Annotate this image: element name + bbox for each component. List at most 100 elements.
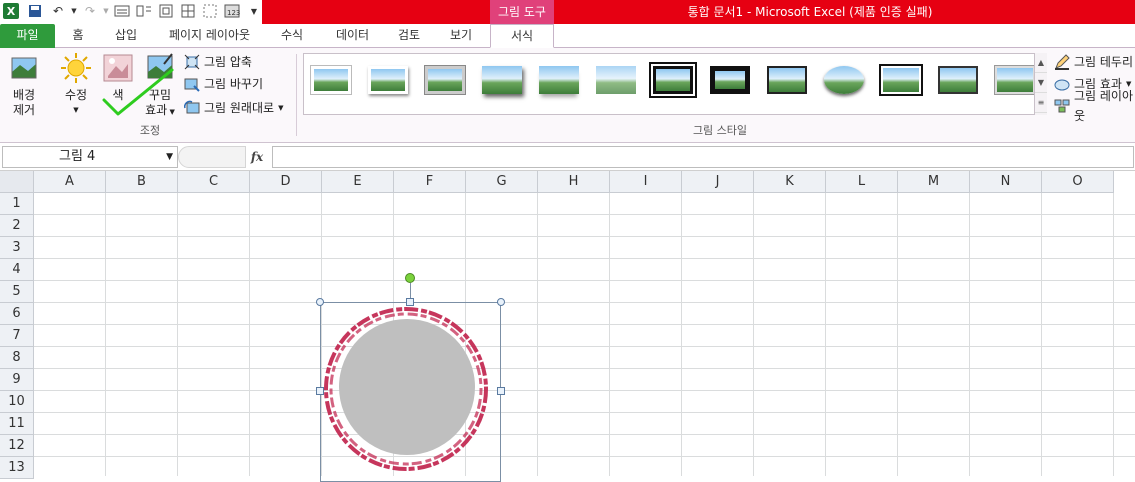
row-header[interactable]: 10 <box>0 391 34 413</box>
column-header[interactable]: E <box>322 171 394 193</box>
undo-icon[interactable]: ↶ <box>50 3 66 19</box>
picture-border-button[interactable]: 그림 테두리 <box>1054 52 1133 72</box>
style-drop-shadow[interactable] <box>479 60 525 100</box>
name-box[interactable]: 그림 4 ▼ <box>2 146 178 168</box>
resize-handle-top-right[interactable] <box>497 298 505 306</box>
style-black-white-frame[interactable] <box>878 60 924 100</box>
style-simple-frame-white[interactable] <box>308 60 354 100</box>
style-beveled-matte[interactable] <box>365 60 411 100</box>
all-borders-icon[interactable] <box>180 3 196 19</box>
border-box-icon[interactable] <box>158 3 174 19</box>
tab-review[interactable]: 검토 <box>388 24 430 48</box>
style-thick-matte-black[interactable] <box>707 60 753 100</box>
column-header[interactable]: A <box>34 171 106 193</box>
row-header[interactable]: 7 <box>0 325 34 347</box>
cell-area[interactable] <box>34 193 1135 476</box>
column-header[interactable]: B <box>106 171 178 193</box>
column-header[interactable]: I <box>610 171 682 193</box>
picture-layout-button[interactable]: 그림 레이아웃 <box>1054 89 1135 123</box>
tab-insert[interactable]: 삽입 <box>104 24 148 48</box>
resize-handle-left[interactable] <box>316 387 324 395</box>
remove-background-button[interactable]: 배경 제거 <box>4 52 44 118</box>
title-bar: X ↶ ▼ ↷ ▼ 123 ▼ 그림 도구 통합 문서1 - Microsoft… <box>0 0 1135 24</box>
customize-toolbar-icon[interactable]: ▼ <box>246 3 262 19</box>
spellcheck-icon[interactable] <box>114 3 130 19</box>
insert-function-icon[interactable]: fx <box>246 146 268 168</box>
sort-icon[interactable] <box>136 3 152 19</box>
select-all-corner[interactable] <box>0 171 34 193</box>
row-header[interactable]: 11 <box>0 413 34 435</box>
row-header[interactable]: 2 <box>0 215 34 237</box>
corrections-dropdown-icon: ▼ <box>73 106 79 114</box>
calculator-icon[interactable]: 123 <box>224 3 240 19</box>
column-header[interactable]: O <box>1042 171 1114 193</box>
style-metal-frame[interactable] <box>422 60 468 100</box>
undo-dropdown-icon[interactable]: ▼ <box>66 3 82 19</box>
worksheet-grid: ABCDEFGHIJKLMNO 1 2 3 4 5 6 7 8 9 10 11 12 13 <box>0 171 1135 479</box>
picture-border-label: 그림 테두리 <box>1074 55 1134 69</box>
picture-layout-icon <box>1054 98 1070 114</box>
column-header[interactable]: N <box>970 171 1042 193</box>
tab-home[interactable]: 홈 <box>63 24 93 48</box>
window-title: 통합 문서1 - Microsoft Excel (제품 인증 실패) <box>687 5 933 19</box>
ribbon-tab-row: 파일 홈 삽입 페이지 레이아웃 수식 데이터 검토 보기 서식 <box>0 24 1135 48</box>
style-reflected[interactable] <box>536 60 582 100</box>
formula-bar-divider <box>178 146 246 168</box>
rotation-handle[interactable] <box>405 273 415 283</box>
row-header[interactable]: 6 <box>0 303 34 325</box>
gallery-more-icon[interactable]: ≡ <box>1035 93 1047 113</box>
remove-background-label-1: 배경 <box>12 88 36 102</box>
column-header[interactable]: F <box>394 171 466 193</box>
resize-handle-top-left[interactable] <box>316 298 324 306</box>
tab-page-layout[interactable]: 페이지 레이아웃 <box>157 24 262 48</box>
tab-formulas[interactable]: 수식 <box>272 24 312 48</box>
tab-view[interactable]: 보기 <box>440 24 482 48</box>
row-header[interactable]: 5 <box>0 281 34 303</box>
picture-effects-icon <box>1054 76 1070 92</box>
row-header[interactable]: 3 <box>0 237 34 259</box>
name-box-dropdown-icon[interactable]: ▼ <box>166 147 173 167</box>
dotted-border-icon[interactable] <box>202 3 218 19</box>
column-header[interactable]: H <box>538 171 610 193</box>
resize-handle-top[interactable] <box>406 298 414 306</box>
change-picture-button[interactable]: 그림 바꾸기 <box>184 74 263 94</box>
row-header[interactable]: 1 <box>0 193 34 215</box>
style-compound-frame[interactable] <box>992 60 1038 100</box>
redo-icon[interactable]: ↷ <box>82 3 98 19</box>
column-header[interactable]: C <box>178 171 250 193</box>
style-soft-edge[interactable] <box>593 60 639 100</box>
gallery-scroll-down-icon[interactable]: ▼ <box>1035 73 1047 93</box>
style-thin-black-frame[interactable] <box>935 60 981 100</box>
formula-input[interactable] <box>272 146 1134 168</box>
excel-logo-icon: X <box>3 3 19 19</box>
tab-data[interactable]: 데이터 <box>325 24 380 48</box>
adjust-group-label: 조정 <box>139 124 161 137</box>
column-header[interactable]: G <box>466 171 538 193</box>
column-header[interactable]: J <box>682 171 754 193</box>
column-header[interactable]: L <box>826 171 898 193</box>
redo-dropdown-icon[interactable]: ▼ <box>98 3 114 19</box>
row-header[interactable]: 4 <box>0 259 34 281</box>
style-simple-frame-black[interactable] <box>764 60 810 100</box>
column-header[interactable]: M <box>898 171 970 193</box>
tab-file[interactable]: 파일 <box>0 24 55 48</box>
tab-format[interactable]: 서식 <box>490 24 554 48</box>
column-header[interactable]: K <box>754 171 826 193</box>
compress-pictures-button[interactable]: 그림 압축 <box>184 52 252 72</box>
style-double-frame-black[interactable] <box>650 60 696 100</box>
gallery-scroll-up-icon[interactable]: ▲ <box>1035 53 1047 73</box>
reset-dropdown-icon: ▼ <box>278 104 284 112</box>
name-box-value: 그림 4 <box>59 149 96 164</box>
row-header[interactable]: 8 <box>0 347 34 369</box>
style-oval[interactable] <box>821 60 867 100</box>
reset-picture-button[interactable]: 그림 원래대로 ▼ <box>184 98 283 118</box>
remove-background-icon <box>8 52 40 84</box>
corrections-button[interactable]: 수정 ▼ <box>56 52 96 118</box>
row-header[interactable]: 9 <box>0 369 34 391</box>
column-header[interactable]: D <box>250 171 322 193</box>
save-icon[interactable] <box>27 3 43 19</box>
resize-handle-right[interactable] <box>497 387 505 395</box>
gallery-scroll: ▲ ▼ ≡ <box>1034 53 1047 115</box>
row-header[interactable]: 12 <box>0 435 34 457</box>
reset-picture-label: 그림 원래대로 <box>204 101 275 115</box>
